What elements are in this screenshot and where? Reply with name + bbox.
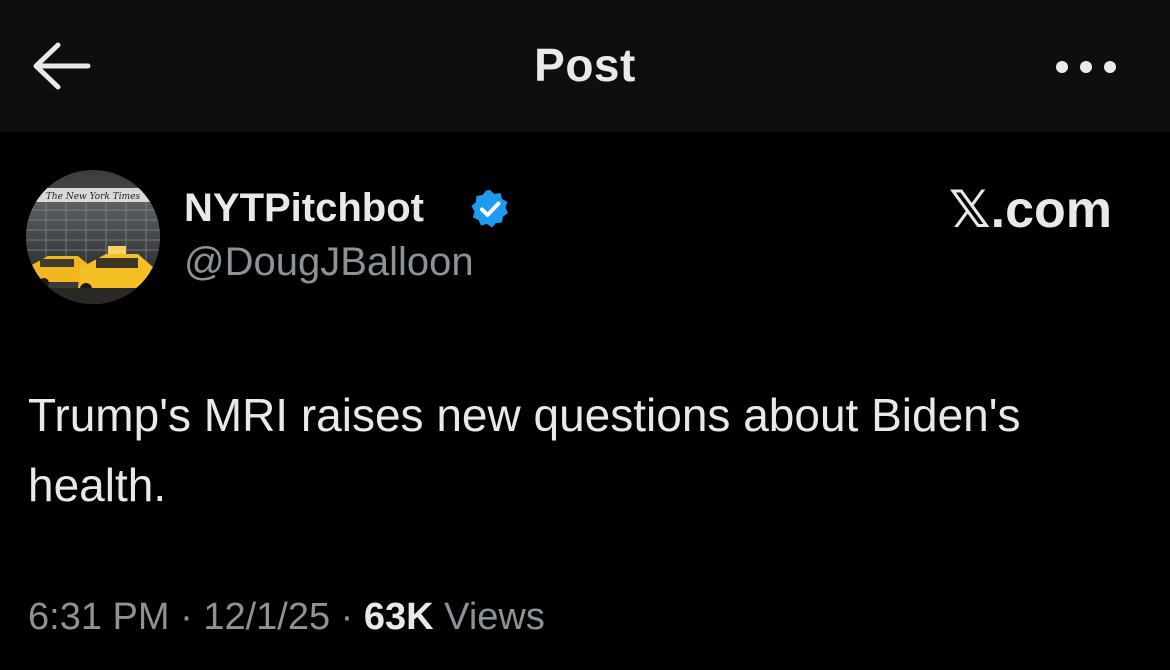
more-options-button[interactable] <box>1050 50 1122 84</box>
display-name[interactable]: NYTPitchbot <box>184 184 424 232</box>
avatar[interactable]: The New York Times <box>26 170 160 304</box>
post-meta: 6:31 PM · 12/1/25 · 63K Views <box>28 592 545 642</box>
avatar-masthead-text: The New York Times <box>46 192 141 202</box>
top-bar: Post <box>0 0 1170 132</box>
verified-badge <box>469 188 511 230</box>
avatar-image: The New York Times <box>26 170 160 304</box>
more-horizontal-icon <box>1056 61 1116 73</box>
page-title: Post <box>534 39 636 91</box>
verified-badge-icon <box>471 190 508 228</box>
post-date[interactable]: 12/1/25 <box>203 596 330 638</box>
user-handle[interactable]: @DougJBalloon <box>184 238 474 286</box>
post-text: Trump's MRI raises new questions about B… <box>28 389 1021 511</box>
meta-separator: · <box>330 596 364 638</box>
post-time[interactable]: 6:31 PM <box>28 596 170 638</box>
meta-separator: · <box>169 596 204 638</box>
source-label: 𝕏.com <box>948 181 1112 239</box>
views-count: 63K <box>363 596 434 638</box>
views-label: Views <box>433 596 545 638</box>
